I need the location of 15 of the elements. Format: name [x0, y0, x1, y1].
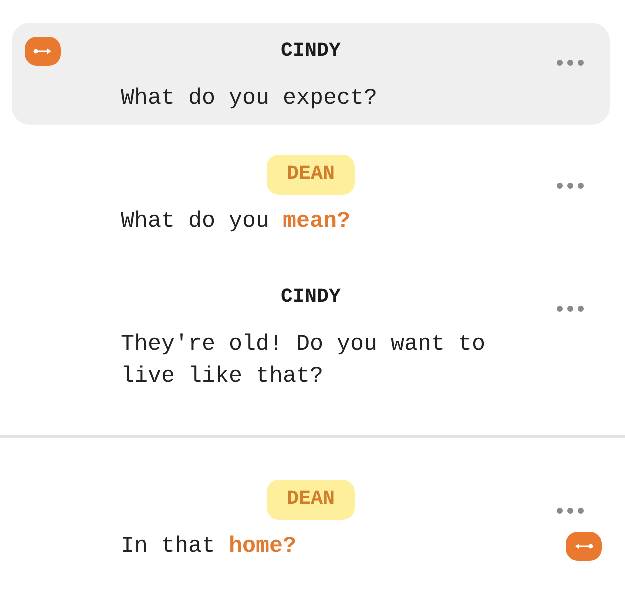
- dialogue-line: In that home?: [121, 532, 298, 561]
- more-icon[interactable]: [557, 183, 584, 189]
- more-icon[interactable]: [557, 60, 584, 66]
- more-icon[interactable]: [557, 508, 584, 514]
- character-name: CINDY: [280, 40, 341, 64]
- dialogue-line: What do you expect?: [121, 84, 379, 113]
- dialogue-line: What do you mean?: [121, 207, 352, 236]
- selected-dialogue-block[interactable]: CINDY What do you expect?: [12, 23, 610, 125]
- character-name: DEAN: [266, 155, 355, 195]
- character-name: DEAN: [266, 480, 355, 520]
- character-name: CINDY: [280, 286, 341, 310]
- more-icon[interactable]: [557, 306, 584, 312]
- handle-icon[interactable]: [25, 36, 61, 66]
- dialogue-line: They're old! Do you want to live like that?: [121, 330, 487, 391]
- handle-icon[interactable]: [566, 532, 602, 560]
